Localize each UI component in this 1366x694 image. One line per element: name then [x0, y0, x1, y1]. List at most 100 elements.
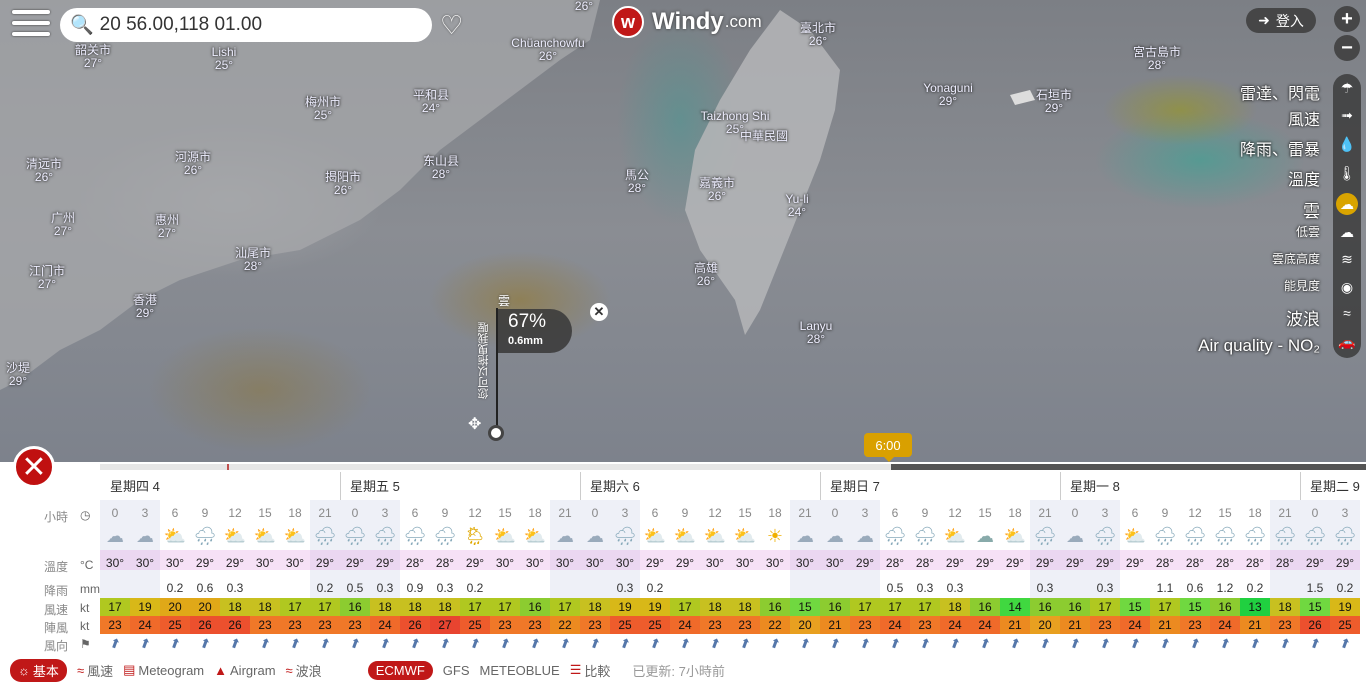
- picker-handle[interactable]: [488, 425, 504, 441]
- day-header[interactable]: 星期五 5: [350, 476, 400, 495]
- model-gfs[interactable]: GFS: [443, 663, 470, 678]
- eye-icon[interactable]: ◉: [1336, 276, 1358, 298]
- swimmer-icon: ≈: [285, 662, 293, 678]
- favorite-heart-icon[interactable]: ♡: [440, 10, 463, 41]
- wind-direction-arrow-icon: ⬆: [227, 634, 243, 653]
- wind-icon[interactable]: ➟: [1336, 104, 1358, 126]
- wind-cell: 17: [468, 600, 482, 614]
- picker-close-icon[interactable]: ✕: [590, 303, 608, 321]
- airgram-tab[interactable]: ▲ Airgram: [214, 663, 275, 678]
- layer-cloud[interactable]: 雲: [1303, 197, 1320, 222]
- wind-cell: 15: [798, 600, 812, 614]
- city-temp: 28°: [1147, 58, 1167, 72]
- city-temp: 27°: [157, 226, 177, 240]
- zoom-in-button[interactable]: +: [1334, 6, 1360, 32]
- model-ecmwf[interactable]: ECMWF: [367, 660, 433, 680]
- day-header[interactable]: 星期六 6: [590, 476, 640, 495]
- city-temp: 27°: [37, 277, 57, 291]
- wind-direction-arrow-icon: ⬆: [647, 634, 663, 653]
- basic-tab[interactable]: ☼ 基本: [10, 658, 67, 682]
- drop-icon[interactable]: 💧: [1336, 133, 1358, 155]
- wind-direction-arrow-icon: ⬆: [1307, 634, 1323, 653]
- hour-cell: 21: [558, 506, 572, 520]
- city-label: 石垣市 29°: [1036, 89, 1072, 115]
- wind-cell: 16: [768, 600, 782, 614]
- cloud-icon[interactable]: ☁: [1336, 193, 1358, 215]
- temp-cell: 30°: [615, 556, 635, 570]
- wind-direction-arrow-icon: ⬆: [1337, 634, 1353, 653]
- menu-button[interactable]: [12, 10, 50, 40]
- login-label: 登入: [1275, 12, 1304, 29]
- wind-cell: 17: [288, 600, 302, 614]
- day-header[interactable]: 星期日 7: [830, 476, 880, 495]
- picker-popup[interactable]: 67% 0.6mm: [498, 309, 572, 353]
- search-box[interactable]: 🔍: [60, 8, 432, 42]
- wind-cell: 14: [1008, 600, 1022, 614]
- hour-cell: 15: [1218, 506, 1232, 520]
- wind-cell: 16: [1038, 600, 1052, 614]
- cloud-rain-icon: 🌧: [613, 526, 637, 546]
- layer-cloud-base[interactable]: 雲底高度: [1272, 250, 1320, 267]
- rain-cell: 0.5: [346, 581, 364, 595]
- rain-cell: 0.2: [316, 581, 334, 595]
- layer-drop[interactable]: 降雨、雷暴: [1240, 136, 1320, 160]
- temp-cell: 28°: [885, 556, 905, 570]
- search-input[interactable]: [99, 14, 420, 36]
- wind-tab[interactable]: ≈ 風速: [77, 661, 113, 680]
- model-meteoblue[interactable]: METEOBLUE: [480, 663, 560, 678]
- hour-cell: 3: [861, 506, 869, 520]
- close-forecast-icon[interactable]: ✕: [13, 446, 55, 488]
- low-cloud-icon[interactable]: ☁: [1336, 221, 1358, 243]
- meteogram-tab[interactable]: ▤ Meteogram: [123, 662, 204, 678]
- day-header[interactable]: 星期二 9: [1310, 476, 1360, 495]
- sun-cloud-icon: ⛅: [283, 526, 307, 546]
- layer-eye[interactable]: 能見度: [1284, 277, 1320, 294]
- layer-umbrella[interactable]: 雷達、閃電: [1240, 80, 1320, 104]
- layer-thermometer[interactable]: 溫度: [1288, 166, 1320, 190]
- city-temp: 26°: [707, 189, 727, 203]
- chart-icon: ▤: [123, 662, 136, 677]
- city-name: 臺北市: [799, 21, 837, 35]
- login-icon: ➜: [1258, 12, 1270, 28]
- move-icon[interactable]: ✥: [468, 414, 481, 434]
- wind-cell: 19: [1338, 600, 1352, 614]
- layer-car[interactable]: Air quality - NO₂: [1198, 336, 1320, 356]
- wind-direction-arrow-icon: ⬆: [977, 634, 993, 653]
- layer-wind[interactable]: 風速: [1288, 106, 1320, 130]
- compare-button[interactable]: ☰ 比較: [570, 661, 611, 680]
- weather-map[interactable]: 韶关市 27° Lishi 25° 梅州市 25° 平和县 24° Chüanchowfu 26°…: [0, 0, 1366, 462]
- city-name: 香港: [132, 293, 158, 307]
- city-name: 梅州市: [304, 95, 342, 109]
- city-name: 馬公: [624, 168, 650, 182]
- city-name: 石垣市: [1035, 88, 1073, 102]
- wave-icon[interactable]: ≈: [1336, 302, 1358, 324]
- hour-cell: 18: [288, 506, 302, 520]
- city-temp: 26°: [696, 274, 716, 288]
- city-label: 嘉義市 26°: [699, 177, 735, 203]
- temp-cell: 29°: [345, 556, 365, 570]
- umbrella-icon[interactable]: ☂: [1336, 77, 1358, 99]
- hour-cell: 15: [498, 506, 512, 520]
- wind-cell: 15: [1188, 600, 1202, 614]
- day-header[interactable]: 星期四 4: [110, 476, 160, 495]
- login-button[interactable]: ➜ 登入: [1246, 8, 1316, 33]
- day-header[interactable]: 星期一 8: [1070, 476, 1120, 495]
- city-name: 广州: [50, 211, 76, 225]
- temp-cell: 28°: [435, 556, 455, 570]
- picker-cloud-cover: 67%: [508, 311, 547, 332]
- gust-cell: 26: [408, 618, 422, 632]
- car-icon[interactable]: 🚗: [1336, 331, 1358, 353]
- temp-cell: 30°: [525, 556, 545, 570]
- waves-tab[interactable]: ≈ 波浪: [286, 661, 322, 680]
- timeline-bubble[interactable]: 6:00: [864, 433, 912, 462]
- zoom-out-button[interactable]: −: [1334, 35, 1360, 61]
- hour-cell: 9: [921, 506, 929, 520]
- temp-cell: 29°: [645, 556, 665, 570]
- layer-low-cloud[interactable]: 低雲: [1296, 223, 1320, 240]
- thermometer-icon[interactable]: 🌡: [1336, 162, 1358, 184]
- hour-cell: 12: [708, 506, 722, 520]
- cloud-base-icon[interactable]: ≋: [1336, 248, 1358, 270]
- layer-wave[interactable]: 波浪: [1286, 305, 1320, 330]
- city-label: Yonaguni 29°: [923, 82, 973, 108]
- city-temp: 28°: [806, 332, 826, 346]
